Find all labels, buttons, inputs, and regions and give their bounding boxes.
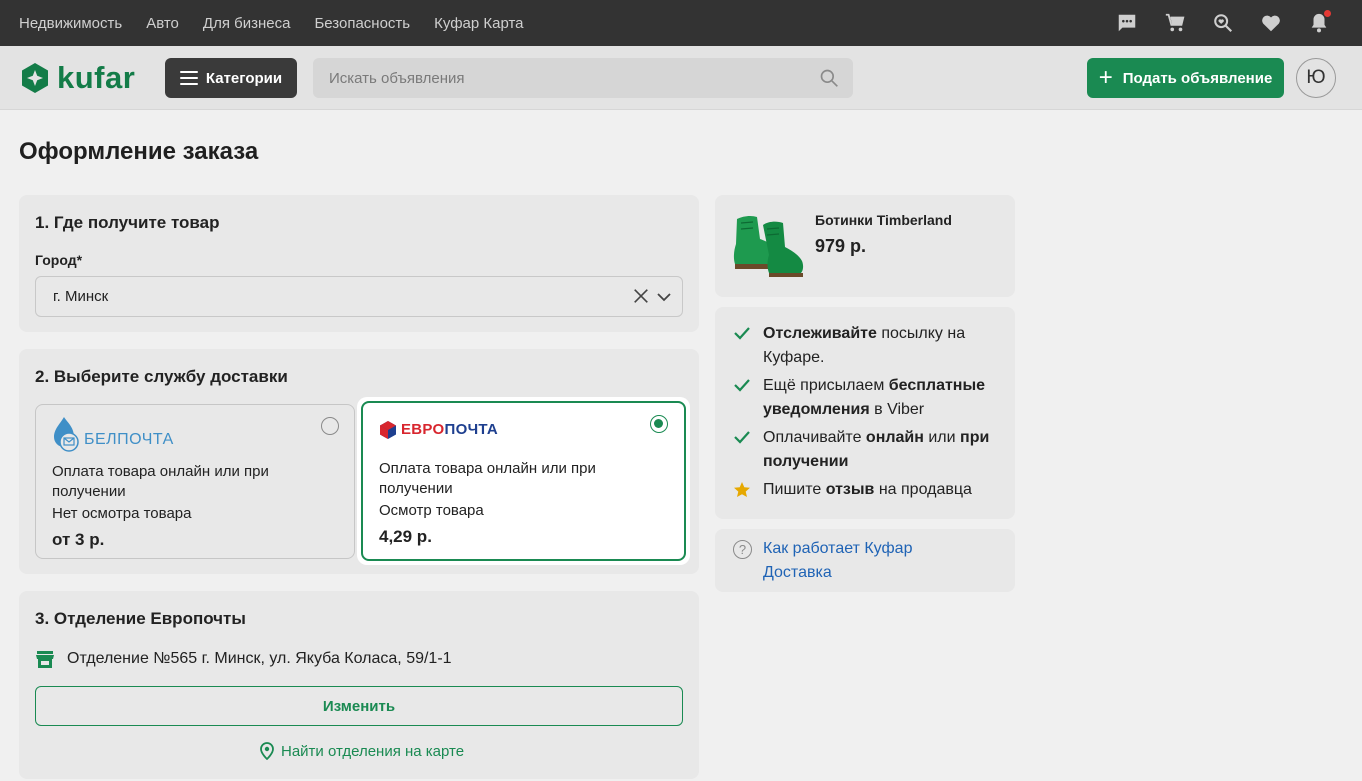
nav-link-business[interactable]: Для бизнеса (203, 15, 291, 32)
belpochta-logo-text: БЕЛПОЧТА (84, 431, 174, 448)
find-on-map-text: Найти отделения на карте (281, 742, 465, 760)
how-it-works-link[interactable]: Как работает Куфар Доставка (763, 537, 963, 585)
bell-icon[interactable] (1308, 10, 1331, 34)
find-on-map-link[interactable]: Найти отделения на карте (259, 742, 464, 760)
check-icon (733, 322, 751, 370)
check-icon (733, 426, 751, 474)
office-address: Отделение №565 г. Минск, ул. Якуба Колас… (35, 649, 452, 669)
post-ad-label: Подать объявление (1122, 69, 1273, 87)
help-card: ? Как работает Куфар Доставка (715, 529, 1015, 592)
categories-label: Категории (205, 69, 283, 87)
payment-info: Оплата товара онлайн или при получении (379, 460, 596, 497)
selected-option-highlight: ЕВРОПОЧТА Оплата товара онлайн или при п… (357, 397, 690, 565)
europochta-logo-text-2: ПОЧТА (444, 421, 499, 438)
nav-link-auto[interactable]: Авто (146, 15, 179, 32)
change-office-button[interactable]: Изменить (35, 686, 683, 726)
belpochta-logo-icon (54, 417, 79, 452)
avatar[interactable]: Ю (1296, 58, 1336, 98)
pickup-city-card: 1. Где получите товар Город* г. Минск (19, 195, 699, 332)
benefit-item: Ещё присылаем бесплатные уведомления в V… (733, 374, 1003, 422)
product-price: 979 р. (815, 236, 867, 256)
clear-icon[interactable] (632, 287, 650, 305)
inspection-info: Осмотр товара (379, 502, 484, 519)
saved-search-icon[interactable] (1212, 12, 1234, 34)
belpochta-logo: БЕЛПОЧТА (52, 415, 174, 453)
section-title: 1. Где получите товар (35, 213, 220, 232)
delivery-price: 4,29 р. (379, 527, 432, 546)
product-image[interactable] (729, 209, 805, 279)
search-box (313, 58, 853, 98)
city-value: г. Минск (53, 288, 109, 305)
product-card: Ботинки Timberland 979 р. (715, 195, 1015, 297)
radio-button[interactable] (321, 417, 339, 435)
city-label: Город* (35, 252, 83, 268)
nav-link-map[interactable]: Куфар Карта (434, 15, 523, 32)
delivery-option-europochta[interactable]: ЕВРОПОЧТА Оплата товара онлайн или при п… (361, 401, 686, 561)
europochta-logo: ЕВРОПОЧТА (379, 420, 498, 440)
star-icon (733, 478, 751, 506)
store-icon (36, 651, 54, 668)
post-ad-button[interactable]: + Подать объявление (1087, 58, 1284, 98)
top-nav: Недвижимость Авто Для бизнеса Безопаснос… (19, 0, 524, 46)
top-icons (1116, 0, 1331, 46)
heart-icon[interactable] (1260, 12, 1282, 34)
europochta-logo-icon (380, 421, 396, 439)
map-pin-icon (260, 742, 274, 760)
pickup-office-card: 3. Отделение Европочты Отделение №565 г.… (19, 591, 699, 779)
plus-icon: + (1098, 64, 1113, 91)
benefits-card: Отслеживайте посылку на Куфаре. Ещё прис… (715, 307, 1015, 519)
chevron-down-icon[interactable] (656, 289, 672, 305)
cart-icon[interactable] (1164, 12, 1186, 34)
notification-dot (1324, 10, 1331, 17)
search-input[interactable] (313, 58, 853, 98)
benefit-item: Пишите отзыв на продавца (733, 478, 1003, 506)
search-icon[interactable] (819, 68, 839, 88)
top-bar: Недвижимость Авто Для бизнеса Безопаснос… (0, 0, 1362, 46)
page-title: Оформление заказа (19, 138, 259, 165)
radio-button-selected[interactable] (650, 415, 668, 433)
categories-button[interactable]: Категории (165, 58, 297, 98)
benefit-item: Оплачивайте онлайн или при получении (733, 426, 1003, 474)
benefit-item: Отслеживайте посылку на Куфаре. (733, 322, 1003, 370)
section-title: 3. Отделение Европочты (35, 609, 246, 628)
header: kufar Категории + Подать объявление Ю (0, 46, 1362, 110)
kufar-logo[interactable]: kufar (19, 60, 135, 96)
kufar-logo-icon (22, 63, 48, 93)
section-title: 2. Выберите службу доставки (35, 367, 288, 386)
check-icon (733, 374, 751, 422)
office-address-text: Отделение №565 г. Минск, ул. Якуба Колас… (67, 650, 452, 667)
product-name[interactable]: Ботинки Timberland (815, 212, 952, 228)
europochta-logo-text-1: ЕВРО (401, 421, 445, 438)
nav-link-safety[interactable]: Безопасность (314, 15, 410, 32)
delivery-option-belpochta[interactable]: БЕЛПОЧТА Оплата товара онлайн или при по… (35, 404, 355, 559)
question-icon: ? (733, 540, 752, 559)
menu-icon (179, 71, 198, 85)
logo-text: kufar (57, 60, 136, 95)
city-select[interactable]: г. Минск (35, 276, 683, 317)
payment-info: Оплата товара онлайн или при получении (52, 463, 269, 500)
chat-icon[interactable] (1116, 12, 1138, 34)
inspection-info: Нет осмотра товара (52, 505, 192, 522)
nav-link-realty[interactable]: Недвижимость (19, 15, 122, 32)
delivery-price: от 3 р. (52, 530, 105, 549)
